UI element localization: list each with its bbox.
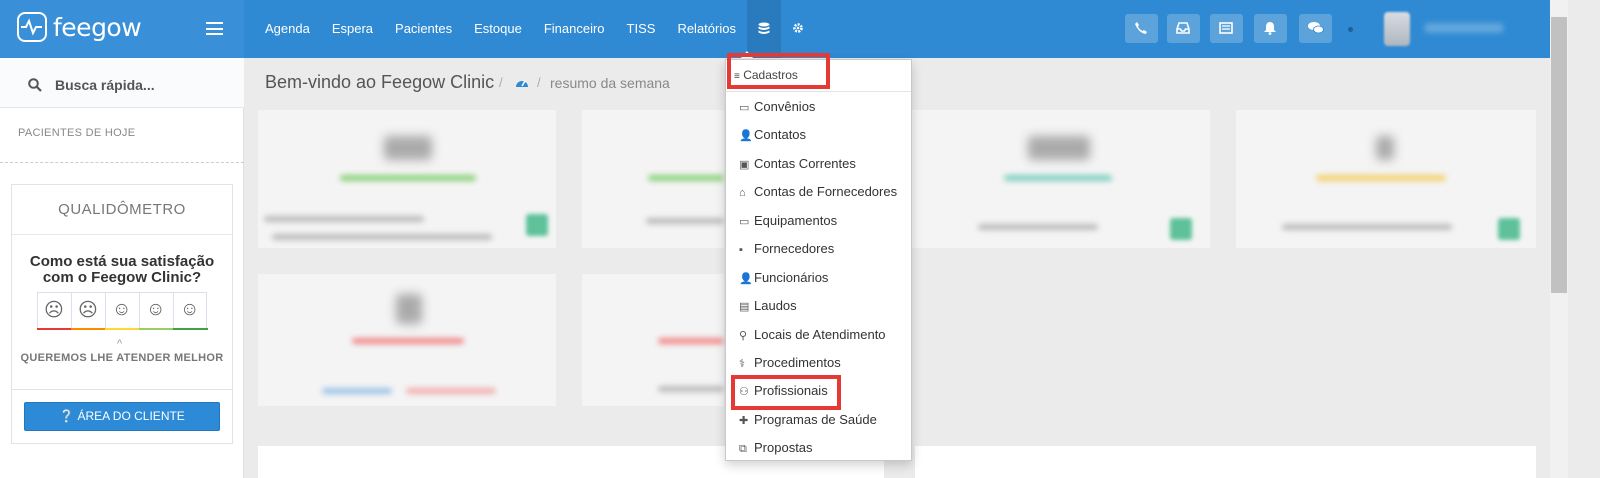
highlight-cadastros: [727, 53, 830, 89]
laptop-icon: ▭: [739, 216, 750, 228]
breadcrumb-separator: /: [537, 75, 541, 90]
stat-card: [258, 110, 556, 248]
question-circle-icon: ❔: [59, 409, 75, 423]
qual-footer: QUEREMOS LHE ATENDER MELHOR: [20, 352, 224, 364]
chevron-up-icon[interactable]: ^: [117, 338, 122, 350]
quick-search[interactable]: Busca rápida...: [0, 58, 244, 108]
avatar[interactable]: [1384, 12, 1410, 46]
stat-card: [1236, 110, 1536, 248]
phone-icon[interactable]: [1125, 14, 1158, 43]
search-icon: [28, 78, 42, 92]
user-name-blurred: [1424, 23, 1504, 33]
satisfaction-faces: ☹ ☹ ☺ ☺ ☺: [37, 292, 208, 330]
dashboard-icon[interactable]: [515, 77, 529, 88]
search-input[interactable]: Busca rápida...: [55, 77, 155, 93]
nav-estoque[interactable]: Estoque: [463, 0, 533, 58]
menu-item-contas-fornecedores[interactable]: ⌂ Contas de Fornecedores: [739, 184, 897, 199]
archive-icon: ▪: [739, 244, 743, 256]
user-icon: 👤: [739, 273, 753, 285]
stethoscope-icon: ⚕: [739, 358, 745, 370]
stat-card: [582, 110, 724, 248]
inbox-icon[interactable]: [1167, 14, 1200, 43]
money-icon: ▣: [739, 159, 750, 171]
menu-item-laudos[interactable]: ▤ Laudos: [739, 298, 797, 313]
menu-item-programas-saude[interactable]: ✚ Programas de Saúde: [739, 412, 877, 427]
menu-item-fornecedores[interactable]: ▪ Fornecedores: [739, 241, 834, 256]
bank-icon: ⌂: [739, 187, 746, 199]
menu-item-contas-correntes[interactable]: ▣ Contas Correntes: [739, 156, 856, 171]
divider: [0, 162, 244, 163]
gear-icon[interactable]: [781, 0, 815, 58]
nav-relatorios[interactable]: Relatórios: [666, 0, 747, 58]
face-happy[interactable]: ☺: [139, 292, 174, 330]
face-unhappy[interactable]: ☹: [71, 292, 106, 330]
menu-item-funcionarios[interactable]: 👤Funcionários: [739, 270, 828, 285]
credit-card-icon: ▭: [739, 102, 750, 114]
content-panel: [915, 446, 1536, 478]
menu-item-contatos[interactable]: 👤Contatos: [739, 127, 806, 142]
breadcrumb: resumo da semana: [550, 75, 670, 91]
qual-question: Como está sua satisfação com o Feegow Cl…: [29, 253, 215, 286]
highlight-profissionais: [731, 375, 841, 410]
nav-agenda[interactable]: Agenda: [254, 0, 321, 58]
brand-name[interactable]: feegow: [53, 13, 142, 42]
menu-item-locais[interactable]: ⚲ Locais de Atendimento: [739, 327, 886, 342]
scrollbar-thumb[interactable]: [1551, 17, 1567, 293]
nav-financeiro[interactable]: Financeiro: [533, 0, 616, 58]
qual-title: QUALIDÔMETRO: [12, 185, 232, 235]
file-icon: ▤: [739, 301, 750, 313]
map-marker-icon: ⚲: [739, 330, 748, 342]
nav-pacientes[interactable]: Pacientes: [384, 0, 463, 58]
menu-item-convenios[interactable]: ▭ Convênios: [739, 99, 815, 114]
client-area-button[interactable]: ❔ ÁREA DO CLIENTE: [24, 402, 220, 431]
menu-toggle-icon[interactable]: [206, 22, 223, 35]
today-patients-label: PACIENTES DE HOJE: [18, 127, 136, 139]
face-very-unhappy[interactable]: ☹: [37, 292, 72, 330]
user-icon: 👤: [739, 130, 753, 142]
face-neutral[interactable]: ☺: [105, 292, 140, 330]
brand-area: feegow: [0, 0, 244, 58]
page-title: Bem-vindo ao Feegow Clinic: [265, 72, 495, 92]
stat-card: [258, 274, 556, 406]
sidebar: Busca rápida... PACIENTES DE HOJE QUALID…: [0, 58, 244, 478]
status-dot: [1348, 27, 1353, 32]
breadcrumb-separator: /: [499, 75, 503, 90]
medkit-icon: ✚: [739, 415, 749, 427]
stat-card: [912, 110, 1210, 248]
database-icon[interactable]: [746, 0, 781, 58]
nav-espera[interactable]: Espera: [321, 0, 384, 58]
divider: [12, 389, 232, 390]
menu-item-procedimentos[interactable]: ⚕ Procedimentos: [739, 355, 841, 370]
qualidometro-panel: QUALIDÔMETRO Como está sua satisfação co…: [11, 184, 233, 444]
feegow-logo-icon[interactable]: [17, 12, 47, 42]
stat-card: [582, 274, 724, 406]
nav-tiss[interactable]: TISS: [616, 0, 667, 58]
menu-item-propostas[interactable]: ⧉ Propostas: [739, 440, 813, 456]
list-icon[interactable]: [1210, 14, 1243, 43]
face-very-happy[interactable]: ☺: [173, 292, 208, 330]
main-nav: Agenda Espera Pacientes Estoque Financei…: [254, 0, 815, 58]
bell-icon[interactable]: [1254, 14, 1287, 43]
copy-icon: ⧉: [739, 443, 747, 455]
chat-icon[interactable]: [1299, 14, 1332, 43]
user-menu[interactable]: [1376, 10, 1516, 48]
menu-item-equipamentos[interactable]: ▭ Equipamentos: [739, 213, 837, 228]
